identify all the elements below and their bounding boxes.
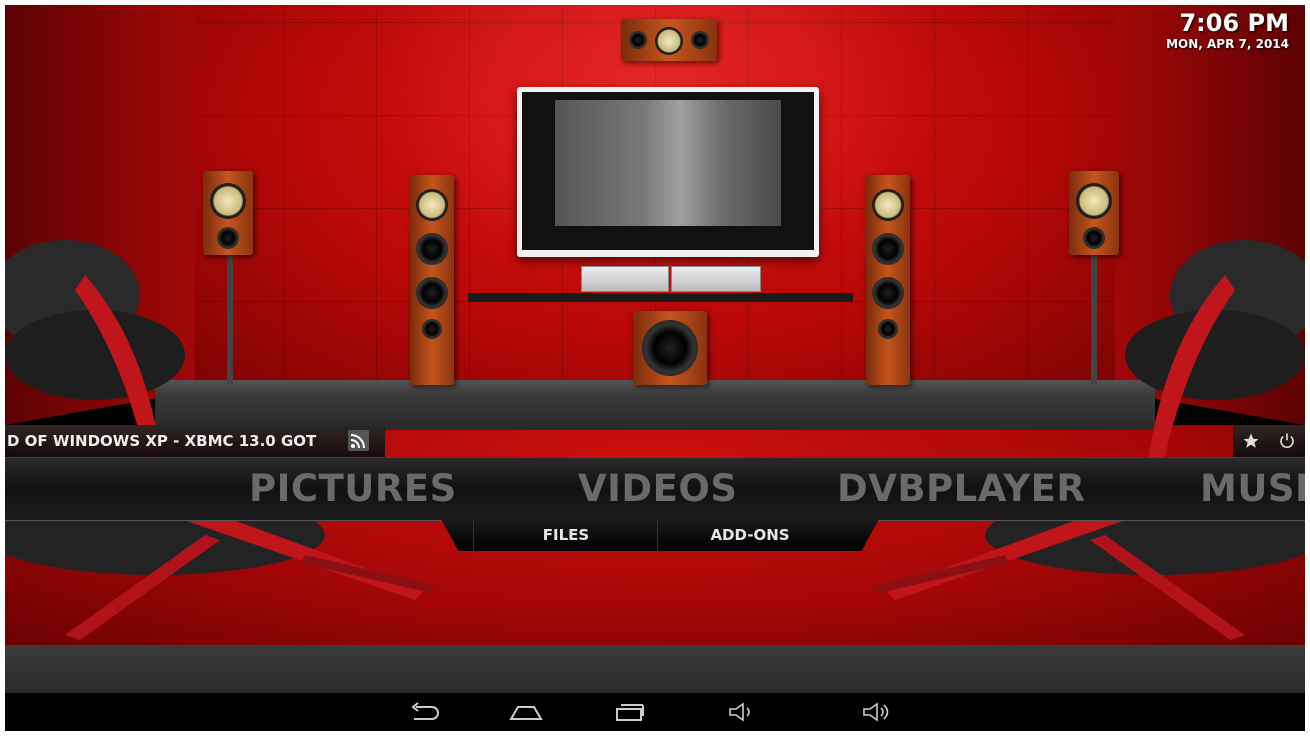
star-icon xyxy=(1243,433,1259,448)
power-icon xyxy=(1280,433,1294,448)
amplifier xyxy=(671,266,761,292)
recent-apps-button[interactable] xyxy=(607,696,651,728)
menu-item-music[interactable]: MUSI xyxy=(1200,468,1305,510)
main-menu-bar: PICTURES VIDEOS DVBPLAYER MUSI xyxy=(5,457,1305,521)
center-speaker xyxy=(621,19,717,61)
xbmc-home-screen: 7:06 PM MON, APR 7, 2014 D OF WINDOWS XP… xyxy=(5,5,1305,731)
power-button[interactable] xyxy=(1269,425,1305,457)
rss-ticker-text: D OF WINDOWS XP - XBMC 13.0 GOT xyxy=(7,432,317,450)
tv-shelf xyxy=(468,293,853,302)
submenu-item-files[interactable]: FILES xyxy=(473,519,658,551)
favourites-button[interactable] xyxy=(1233,425,1269,457)
menu-item-pictures[interactable]: PICTURES xyxy=(249,468,457,510)
back-icon xyxy=(411,702,439,720)
submenu-item-addons[interactable]: ADD-ONS xyxy=(657,519,842,551)
home-button[interactable] xyxy=(504,696,548,728)
clock-date: MON, APR 7, 2014 xyxy=(1166,37,1289,51)
volume-up-icon xyxy=(863,702,889,722)
av-receiver xyxy=(581,266,669,292)
rss-icon[interactable] xyxy=(348,430,369,451)
volume-up-button[interactable] xyxy=(855,696,899,728)
volume-down-button[interactable] xyxy=(721,696,765,728)
system-buttons xyxy=(1233,425,1305,457)
television xyxy=(517,87,819,257)
menu-item-videos[interactable]: VIDEOS xyxy=(578,468,738,510)
back-button[interactable] xyxy=(403,696,447,728)
home-icon xyxy=(509,706,543,720)
clock-widget: 7:06 PM MON, APR 7, 2014 xyxy=(1166,9,1289,51)
android-navigation-bar xyxy=(5,693,1305,731)
submenu-bar: FILES ADD-ONS xyxy=(441,519,879,551)
footer-band xyxy=(5,645,1305,693)
volume-down-icon xyxy=(729,702,750,722)
subwoofer xyxy=(633,311,707,385)
clock-time: 7:06 PM xyxy=(1179,9,1289,37)
menu-item-dvbplayer[interactable]: DVBPLAYER xyxy=(837,468,1085,510)
rss-ticker[interactable]: D OF WINDOWS XP - XBMC 13.0 GOT xyxy=(5,425,385,457)
recent-apps-icon xyxy=(616,704,644,721)
